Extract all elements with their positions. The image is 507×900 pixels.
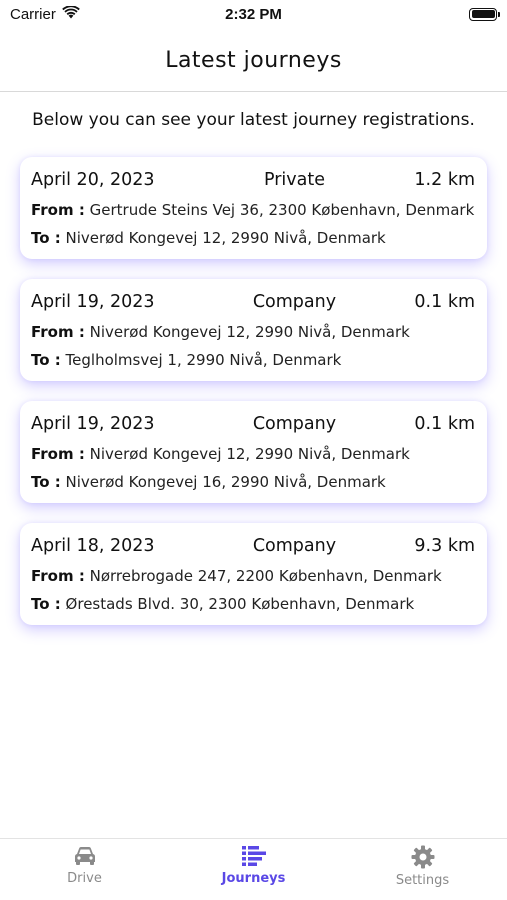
to-address: Teglholmsvej 1, 2990 Nivå, Denmark (65, 351, 342, 369)
journey-from: From : Gertrude Steins Vej 36, 2300 Købe… (31, 199, 475, 221)
from-address: Niverød Kongevej 12, 2990 Nivå, Denmark (89, 323, 410, 341)
journey-to: To : Ørestads Blvd. 30, 2300 København, … (31, 593, 475, 615)
app-screen: Carrier 2:32 PM Latest journeys Below yo… (0, 0, 507, 900)
tab-label: Journeys (221, 871, 286, 886)
gear-icon (411, 845, 435, 869)
intro-text: Below you can see your latest journey re… (32, 110, 475, 130)
tab-bar: Drive Journeys Settings (0, 838, 507, 900)
tab-label: Settings (395, 873, 450, 888)
from-address: Niverød Kongevej 12, 2990 Nivå, Denmark (89, 445, 410, 463)
list-icon (241, 845, 267, 867)
to-label: To : (31, 473, 61, 491)
status-bar: Carrier 2:32 PM (0, 0, 507, 28)
to-label: To : (31, 351, 61, 369)
to-address: Niverød Kongevej 12, 2990 Nivå, Denmark (65, 229, 386, 247)
from-label: From : (31, 201, 85, 219)
car-icon (72, 845, 98, 867)
journey-from: From : Nørrebrogade 247, 2200 København,… (31, 565, 475, 587)
journey-type: Private (263, 170, 325, 190)
journey-card[interactable]: April 18, 2023 Company 9.3 km From : Nør… (20, 523, 487, 625)
journey-distance: 0.1 km (414, 292, 475, 312)
journey-type: Company (252, 414, 337, 434)
journey-card-header: April 19, 2023 Company 0.1 km (31, 411, 475, 437)
tab-journeys[interactable]: Journeys (174, 845, 334, 886)
nav-header: Latest journeys (0, 30, 507, 92)
journey-type: Company (252, 536, 337, 556)
journey-from: From : Niverød Kongevej 12, 2990 Nivå, D… (31, 443, 475, 465)
to-label: To : (31, 229, 61, 247)
from-label: From : (31, 323, 85, 341)
page-title: Latest journeys (165, 48, 342, 73)
to-label: To : (31, 595, 61, 613)
tab-label: Drive (67, 871, 102, 886)
journey-to: To : Teglholmsvej 1, 2990 Nivå, Denmark (31, 349, 475, 371)
wifi-icon (62, 4, 80, 23)
journey-card[interactable]: April 19, 2023 Company 0.1 km From : Niv… (20, 279, 487, 381)
journey-card-header: April 20, 2023 Private 1.2 km (31, 167, 475, 193)
journey-distance: 1.2 km (414, 170, 475, 190)
journey-to: To : Niverød Kongevej 16, 2990 Nivå, Den… (31, 471, 475, 493)
journey-card-header: April 18, 2023 Company 9.3 km (31, 533, 475, 559)
status-left: Carrier (10, 4, 80, 23)
journey-distance: 9.3 km (414, 536, 475, 556)
journey-to: To : Niverød Kongevej 12, 2990 Nivå, Den… (31, 227, 475, 249)
tab-drive[interactable]: Drive (5, 845, 165, 886)
journey-distance: 0.1 km (414, 414, 475, 434)
journey-card[interactable]: April 20, 2023 Private 1.2 km From : Ger… (20, 157, 487, 259)
from-address: Nørrebrogade 247, 2200 København, Denmar… (89, 567, 442, 585)
journey-date: April 19, 2023 (31, 292, 155, 312)
tab-settings[interactable]: Settings (343, 845, 503, 888)
journey-from: From : Niverød Kongevej 12, 2990 Nivå, D… (31, 321, 475, 343)
journey-date: April 19, 2023 (31, 414, 155, 434)
to-address: Ørestads Blvd. 30, 2300 København, Denma… (65, 595, 415, 613)
journey-date: April 18, 2023 (31, 536, 155, 556)
to-address: Niverød Kongevej 16, 2990 Nivå, Denmark (65, 473, 386, 491)
journey-type: Company (252, 292, 337, 312)
journey-card-header: April 19, 2023 Company 0.1 km (31, 289, 475, 315)
from-label: From : (31, 445, 85, 463)
journey-list: April 20, 2023 Private 1.2 km From : Ger… (20, 157, 487, 645)
from-label: From : (31, 567, 85, 585)
journey-card[interactable]: April 19, 2023 Company 0.1 km From : Niv… (20, 401, 487, 503)
journey-date: April 20, 2023 (31, 170, 155, 190)
battery-icon (469, 7, 500, 21)
carrier-label: Carrier (10, 5, 56, 23)
from-address: Gertrude Steins Vej 36, 2300 København, … (89, 201, 475, 219)
